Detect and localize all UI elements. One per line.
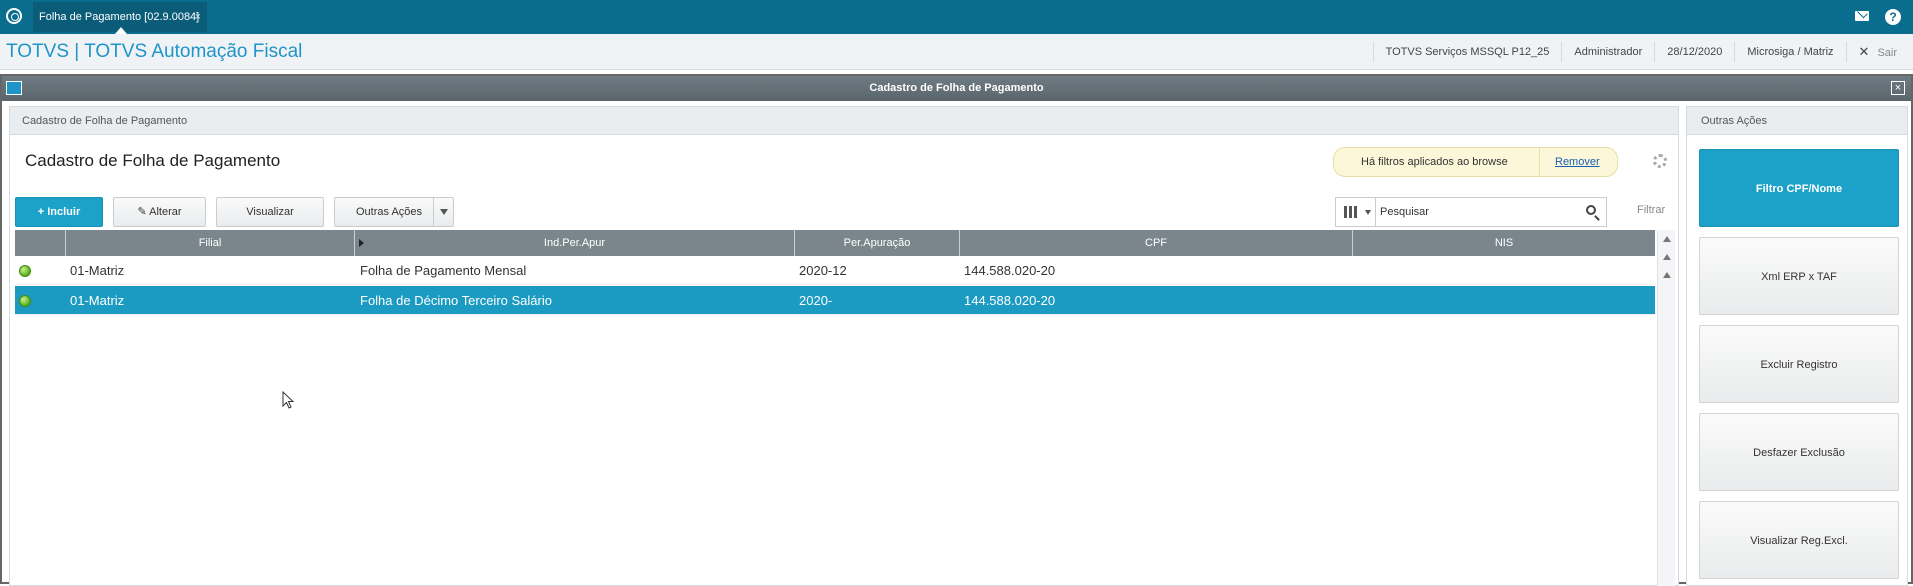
filtro-cpf-nome-button[interactable]: Filtro CPF/Nome — [1699, 149, 1899, 227]
alterar-button[interactable]: ✎ Alterar — [113, 197, 206, 227]
logout-icon: ✕ — [1858, 44, 1870, 59]
window-close-icon[interactable]: × — [1891, 81, 1905, 95]
table-row-selected[interactable]: 01-Matriz Folha de Décimo Terceiro Salár… — [15, 286, 1655, 315]
status-column-header[interactable] — [15, 230, 66, 256]
filtrar-link[interactable]: Filtrar — [1637, 204, 1665, 216]
chevron-down-icon — [1365, 210, 1371, 215]
tab-label: Folha de Pagamento [02.9.0084] — [39, 11, 200, 23]
plus-icon: + — [37, 206, 48, 218]
browse-grid: Filial Ind.Per.Apur Per.Apuração CPF NIS… — [15, 230, 1655, 586]
status-green-icon — [19, 295, 31, 307]
side-panel-title: Outras Ações — [1687, 107, 1907, 135]
vertical-scrollbar[interactable] — [1657, 230, 1675, 586]
search-box — [1335, 197, 1607, 227]
column-header-cpf[interactable]: CPF — [960, 230, 1353, 256]
column-header-filial[interactable]: Filial — [66, 230, 355, 256]
cell-per-apuracao: 2020- — [799, 293, 833, 308]
mail-icon[interactable] — [1855, 11, 1869, 21]
page-title: Cadastro de Folha de Pagamento — [25, 151, 281, 170]
date-info: 28/12/2020 — [1654, 42, 1734, 62]
cell-ind-per-apur: Folha de Décimo Terceiro Salário — [360, 293, 552, 308]
filter-notice: Há filtros aplicados ao browse Remover — [1333, 147, 1618, 177]
cell-cpf: 144.588.020-20 — [964, 263, 1056, 278]
server-info: TOTVS Serviços MSSQL P12_25 — [1372, 42, 1562, 62]
side-actions-panel: Outras Ações Filtro CPF/Nome Xml ERP x T… — [1686, 106, 1908, 586]
xml-erp-taf-button[interactable]: Xml ERP x TAF — [1699, 237, 1899, 315]
scroll-up-icon[interactable] — [1663, 272, 1671, 278]
logout-label: Sair — [1877, 47, 1897, 59]
remove-filter-link[interactable]: Remover — [1555, 148, 1600, 176]
outras-acoes-label: Outras Ações — [356, 206, 423, 218]
top-tab-bar: Folha de Pagamento [02.9.0084] × ? — [0, 0, 1913, 34]
scroll-top-icon[interactable] — [1663, 236, 1671, 242]
mouse-cursor-icon — [282, 391, 295, 409]
app-header: TOTVS | TOTVS Automação Fiscal TOTVS Ser… — [0, 34, 1913, 70]
visualizar-reg-excl-button[interactable]: Visualizar Reg.Excl. — [1699, 501, 1899, 579]
session-info: TOTVS Serviços MSSQL P12_25 Administrado… — [1372, 34, 1913, 70]
column-header-per-apuracao[interactable]: Per.Apuração — [795, 230, 960, 256]
incluir-button[interactable]: + Incluir — [15, 197, 103, 227]
cell-filial: 01-Matriz — [70, 293, 125, 308]
window-menu-icon[interactable] — [6, 81, 22, 95]
column-selector[interactable] — [1336, 198, 1376, 226]
outras-acoes-button[interactable]: Outras Ações — [334, 197, 454, 227]
divider — [1539, 148, 1540, 176]
desfazer-exclusao-button[interactable]: Desfazer Exclusão — [1699, 413, 1899, 491]
browse-panel: Cadastro de Folha de Pagamento Cadastro … — [9, 106, 1679, 586]
dialog-window: Cadastro de Folha de Pagamento × Cadastr… — [0, 74, 1913, 586]
cell-per-apuracao: 2020-12 — [799, 263, 847, 278]
cell-ind-per-apur: Folha de Pagamento Mensal — [360, 263, 527, 278]
help-icon[interactable]: ? — [1885, 9, 1901, 25]
search-icon[interactable] — [1586, 205, 1596, 215]
pencil-icon: ✎ — [137, 206, 150, 218]
user-info: Administrador — [1561, 42, 1654, 62]
filter-notice-text: Há filtros aplicados ao browse — [1361, 156, 1508, 168]
column-header-ind-per-apur[interactable]: Ind.Per.Apur — [355, 230, 795, 256]
cell-cpf: 144.588.020-20 — [964, 293, 1056, 308]
excluir-registro-button[interactable]: Excluir Registro — [1699, 325, 1899, 403]
app-title: TOTVS | TOTVS Automação Fiscal — [6, 41, 303, 62]
gear-icon[interactable] — [1653, 154, 1667, 168]
grid-header: Filial Ind.Per.Apur Per.Apuração CPF NIS — [15, 230, 1655, 256]
incluir-label: Incluir — [47, 206, 81, 218]
breadcrumb: Cadastro de Folha de Pagamento — [10, 107, 1678, 135]
table-row[interactable]: 01-Matriz Folha de Pagamento Mensal 2020… — [15, 256, 1655, 285]
cell-filial: 01-Matriz — [70, 263, 125, 278]
column-header-nis[interactable]: NIS — [1353, 230, 1655, 256]
visualizar-button[interactable]: Visualizar — [216, 197, 324, 227]
alterar-label: Alterar — [149, 206, 182, 218]
logout-button[interactable]: ✕ Sair — [1845, 42, 1913, 62]
totvs-logo-icon[interactable] — [6, 8, 22, 24]
scroll-page-up-icon[interactable] — [1663, 254, 1671, 260]
active-tab-caret-icon — [115, 27, 127, 34]
visualizar-label: Visualizar — [246, 206, 294, 218]
chevron-down-icon[interactable] — [433, 198, 453, 226]
window-title: Cadastro de Folha de Pagamento — [2, 76, 1911, 101]
search-input[interactable] — [1380, 203, 1570, 221]
tab-close-icon[interactable]: × — [195, 2, 201, 32]
status-green-icon — [19, 265, 31, 277]
company-info: Microsiga / Matriz — [1734, 42, 1845, 62]
